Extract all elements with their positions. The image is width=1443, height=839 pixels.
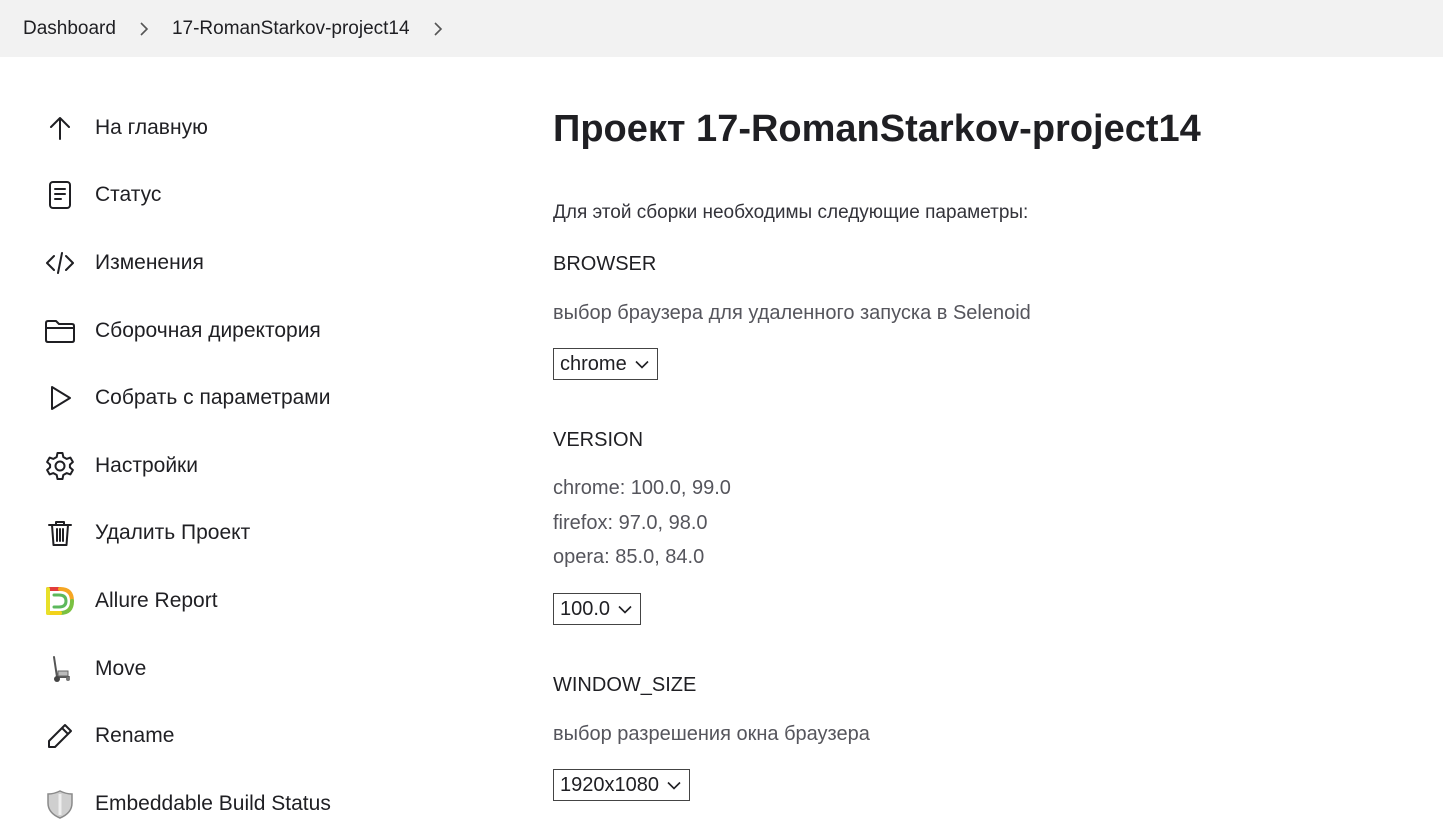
- param-description-line: firefox: 97.0, 98.0: [553, 511, 708, 534]
- sidebar-item-label: На главную: [95, 115, 208, 139]
- sidebar-item-label: Изменения: [95, 250, 204, 274]
- chevron-down-icon: [618, 604, 632, 614]
- sidebar-item-label: Allure Report: [95, 588, 218, 612]
- sidebar-item-status[interactable]: Статус: [0, 162, 480, 230]
- chevron-right-icon: [116, 19, 172, 39]
- param-description-browser: выбор браузера для удаленного запуска в …: [553, 296, 1031, 331]
- hand-truck-icon: [43, 652, 77, 686]
- sidebar-item-allure-report[interactable]: Allure Report: [0, 567, 480, 635]
- sidebar-item-label: Rename: [95, 724, 175, 748]
- sidebar-item-changes[interactable]: Изменения: [0, 229, 480, 297]
- param-description-line: выбор разрешения окна браузера: [553, 723, 870, 745]
- sidebar-item-label: Собрать с параметрами: [95, 386, 331, 410]
- allure-logo-icon: [43, 584, 77, 618]
- sidebar-item-rename[interactable]: Rename: [0, 702, 480, 770]
- folder-icon: [43, 314, 77, 348]
- window-size-select[interactable]: 1920x1080: [553, 769, 690, 801]
- browser-select[interactable]: chrome: [553, 348, 658, 380]
- param-description-line: выбор браузера для удаленного запуска в …: [553, 302, 1031, 324]
- chevron-right-icon[interactable]: [410, 19, 466, 39]
- param-name-window-size: WINDOW_SIZE: [553, 674, 697, 696]
- sidebar-item-configure[interactable]: Настройки: [0, 432, 480, 500]
- sidebar-item-label: Сборочная директория: [95, 318, 321, 342]
- sidebar-item-embeddable-build-status[interactable]: Embeddable Build Status: [0, 770, 480, 838]
- chevron-down-icon: [635, 359, 649, 369]
- version-select[interactable]: 100.0: [553, 593, 642, 625]
- select-value: 100.0: [560, 597, 611, 620]
- param-name-version: VERSION: [553, 429, 644, 451]
- param-description-line: opera: 85.0, 84.0: [553, 546, 705, 568]
- sidebar: На главную Статус Изменения Сборочная ди…: [0, 94, 480, 838]
- sidebar-item-workspace[interactable]: Сборочная директория: [0, 297, 480, 365]
- gear-icon: [43, 449, 77, 483]
- sidebar-item-move[interactable]: Move: [0, 635, 480, 703]
- param-description-line: chrome: 100.0, 99.0: [553, 477, 731, 499]
- sidebar-item-label: Move: [95, 656, 147, 680]
- sidebar-item-delete-project[interactable]: Удалить Проект: [0, 500, 480, 568]
- document-icon: [43, 178, 77, 212]
- shield-icon: [43, 787, 77, 821]
- trash-icon: [43, 516, 77, 550]
- breadcrumb-project[interactable]: 17-RomanStarkov-project14: [172, 18, 410, 40]
- param-description-window-size: выбор разрешения окна браузера: [553, 717, 870, 752]
- arrow-up-icon: [43, 111, 77, 145]
- sidebar-item-label: Настройки: [95, 453, 198, 477]
- code-icon: [43, 246, 77, 280]
- sidebar-item-label: Удалить Проект: [95, 521, 251, 545]
- breadcrumb-dashboard[interactable]: Dashboard: [23, 18, 116, 40]
- sidebar-item-label: Embeddable Build Status: [95, 791, 331, 815]
- param-name-browser: BROWSER: [553, 253, 657, 275]
- breadcrumb: Dashboard 17-RomanStarkov-project14: [0, 0, 1443, 57]
- sidebar-item-label: Статус: [95, 183, 162, 207]
- sidebar-item-build-with-parameters[interactable]: Собрать с параметрами: [0, 364, 480, 432]
- parameters-intro: Для этой сборки необходимы следующие пар…: [553, 202, 1029, 223]
- chevron-down-icon: [667, 780, 681, 790]
- sidebar-item-home[interactable]: На главную: [0, 94, 480, 162]
- param-description-version: chrome: 100.0, 99.0 firefox: 97.0, 98.0 …: [553, 471, 731, 575]
- play-icon: [43, 381, 77, 415]
- pencil-icon: [43, 719, 77, 753]
- select-value: chrome: [560, 352, 627, 375]
- page-title: Проект 17-RomanStarkov-project14: [553, 108, 1201, 150]
- select-value: 1920x1080: [560, 773, 659, 796]
